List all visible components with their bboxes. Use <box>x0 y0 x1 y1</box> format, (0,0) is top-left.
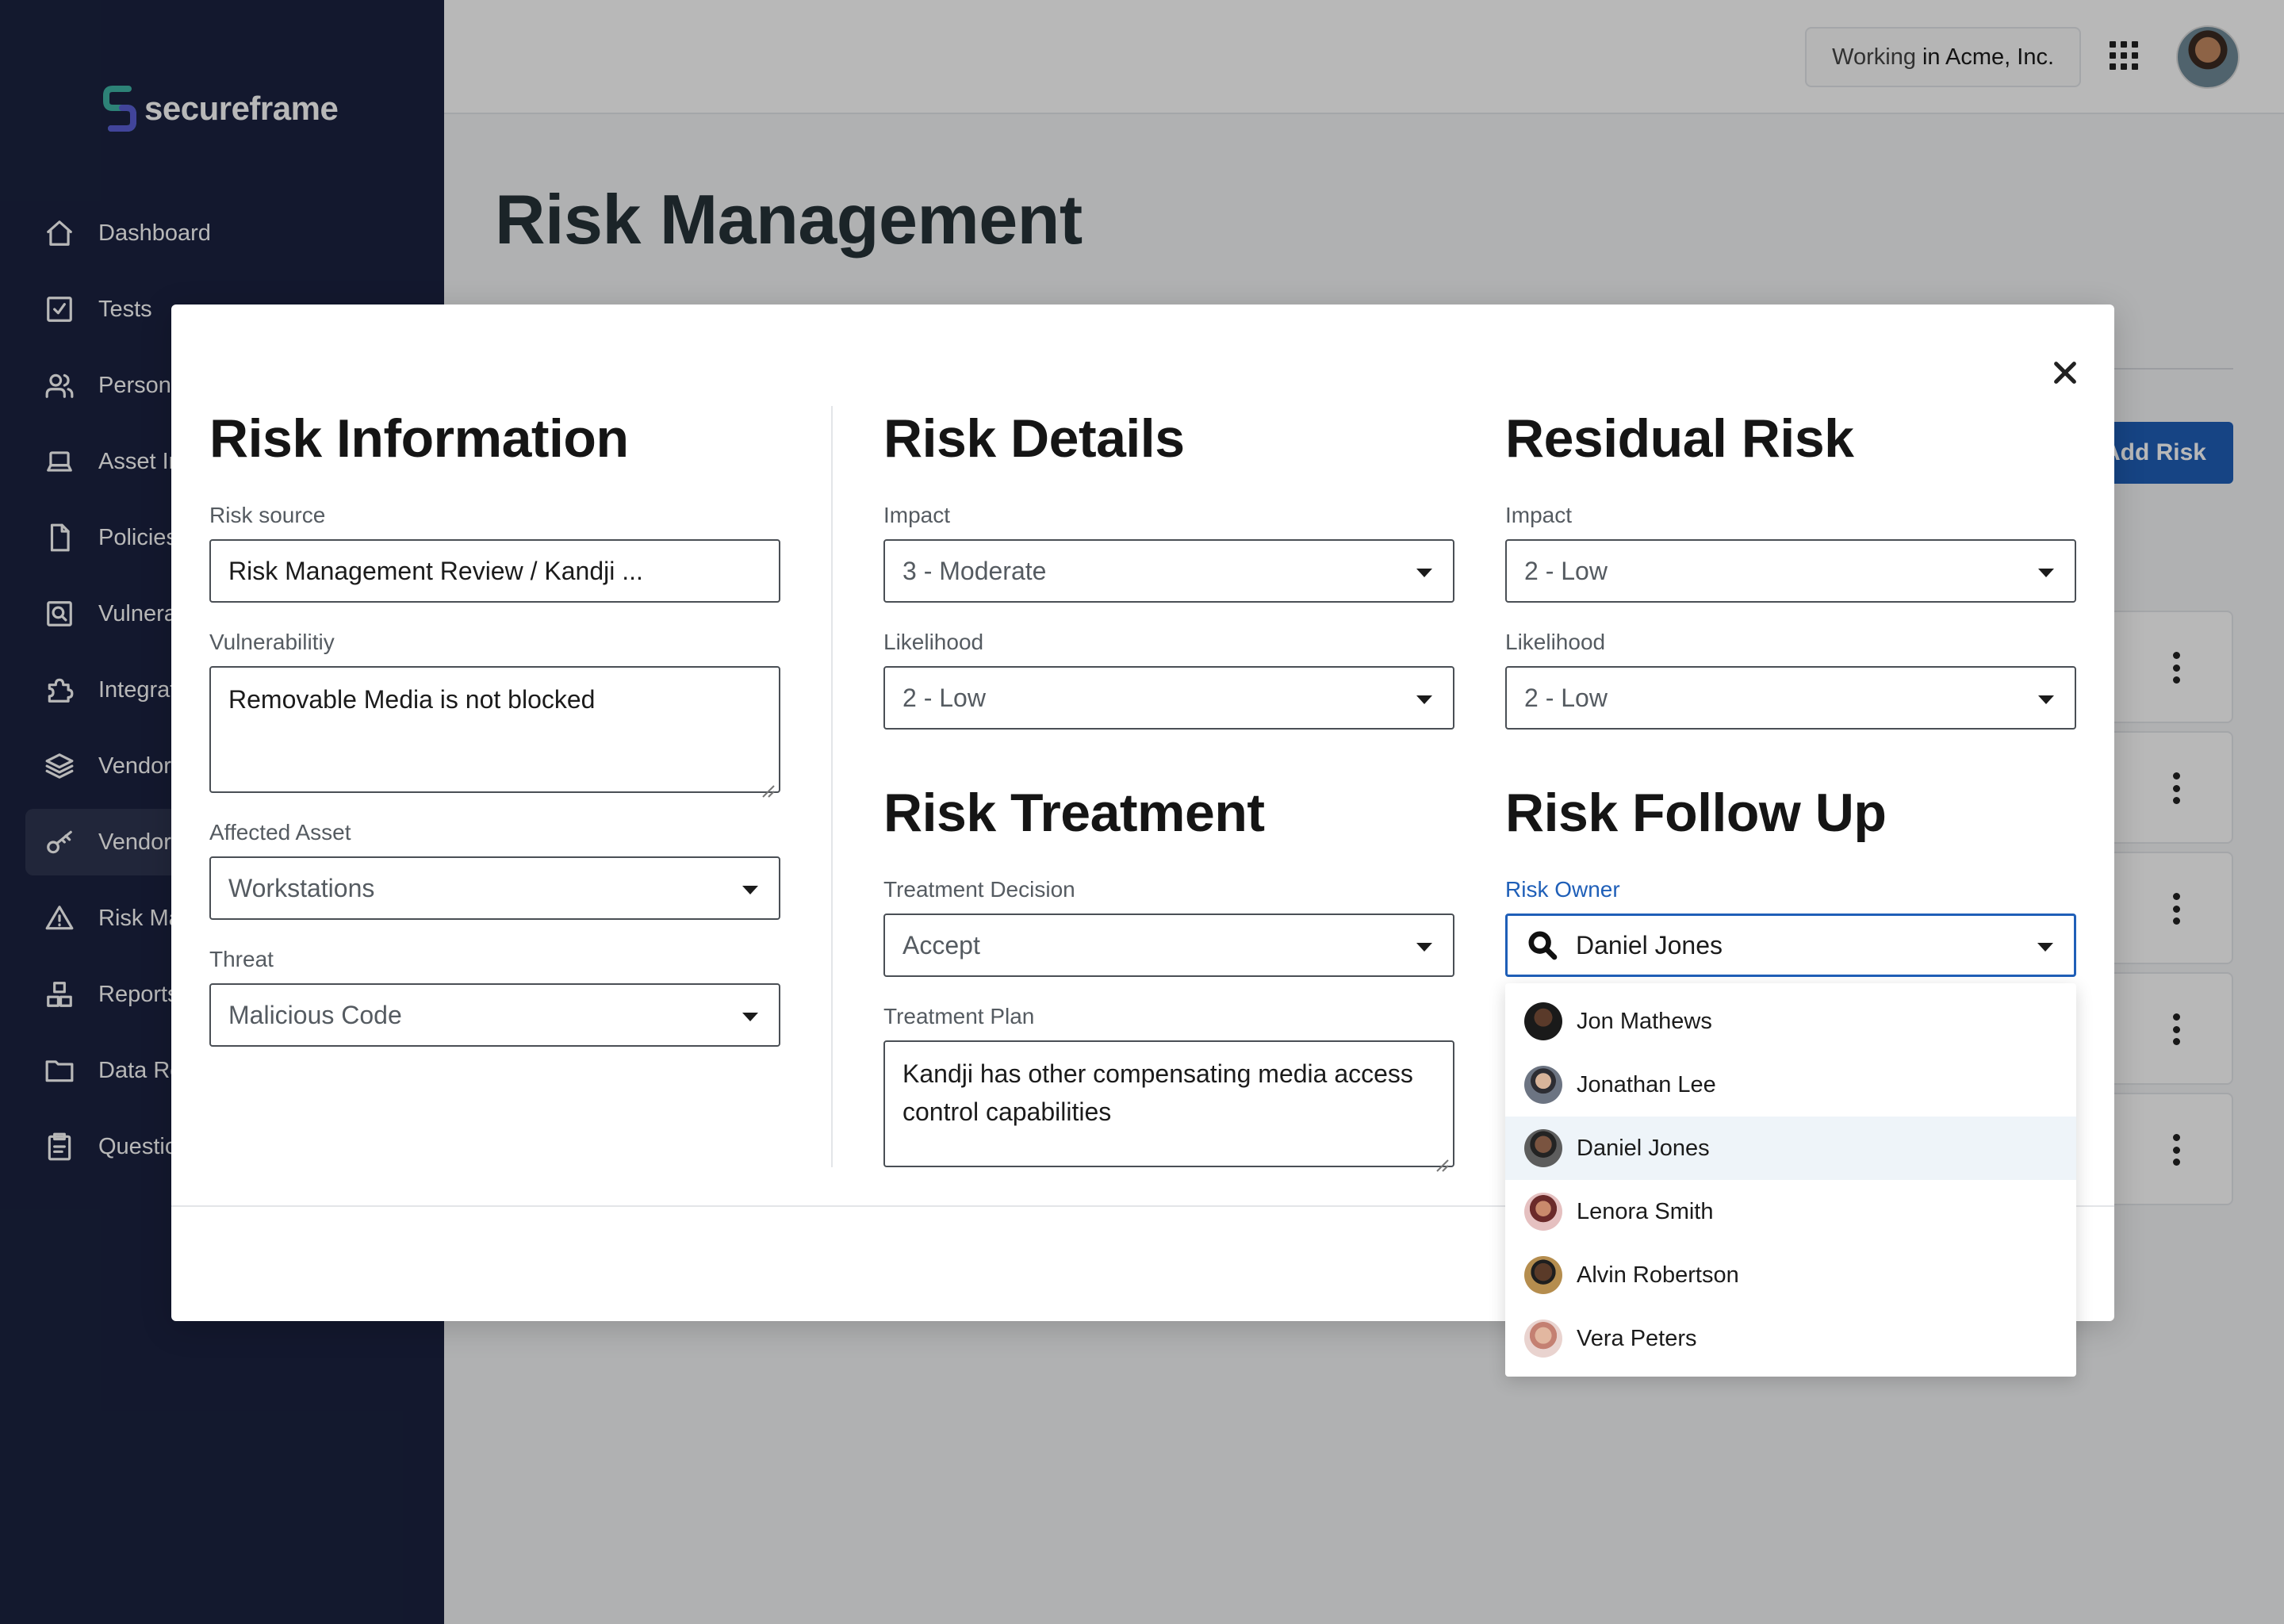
treatment-decision-label: Treatment Decision <box>883 877 1075 902</box>
threat-select[interactable]: Malicious Code <box>209 983 780 1047</box>
vulnerability-label: Vulnerabilitiy <box>209 630 335 654</box>
risk-information-title: Risk Information <box>209 408 629 469</box>
search-icon <box>1527 929 1558 961</box>
chevron-down-icon <box>742 886 758 894</box>
resize-handle-icon[interactable] <box>758 771 776 798</box>
risk-source-label: Risk source <box>209 503 326 527</box>
column-divider <box>831 406 833 1167</box>
chevron-down-icon <box>1416 569 1432 577</box>
owner-option-name: Jonathan Lee <box>1577 1071 1716 1097</box>
owner-option-name: Jon Mathews <box>1577 1008 1712 1034</box>
residual-impact-value: 2 - Low <box>1524 556 1608 585</box>
residual-risk-title: Residual Risk <box>1505 408 1854 469</box>
chevron-down-icon <box>2038 569 2054 577</box>
residual-likelihood-value: 2 - Low <box>1524 683 1608 712</box>
likelihood-select[interactable]: 2 - Low <box>883 666 1454 730</box>
avatar <box>1524 1256 1562 1294</box>
treatment-decision-select[interactable]: Accept <box>883 914 1454 977</box>
affected-asset-label: Affected Asset <box>209 820 351 845</box>
owner-option-name: Vera Peters <box>1577 1325 1697 1351</box>
avatar <box>1524 1002 1562 1040</box>
avatar <box>1524 1320 1562 1358</box>
owner-option[interactable]: Vera Peters <box>1505 1307 2076 1370</box>
risk-owner-label: Risk Owner <box>1505 877 1620 902</box>
risk-details-title: Risk Details <box>883 408 1185 469</box>
avatar <box>1524 1066 1562 1104</box>
owner-option[interactable]: Jon Mathews <box>1505 990 2076 1053</box>
risk-follow-up-title: Risk Follow Up <box>1505 783 1887 843</box>
risk-owner-dropdown: Jon Mathews Jonathan Lee Daniel Jones Le… <box>1505 983 2076 1377</box>
risk-treatment-title: Risk Treatment <box>883 783 1265 843</box>
threat-label: Threat <box>209 947 274 971</box>
impact-select[interactable]: 3 - Moderate <box>883 539 1454 603</box>
resize-handle-icon[interactable] <box>1432 1145 1450 1172</box>
impact-value: 3 - Moderate <box>902 556 1047 585</box>
residual-impact-label: Impact <box>1505 503 1573 527</box>
impact-label: Impact <box>883 503 951 527</box>
owner-option-name: Lenora Smith <box>1577 1198 1714 1224</box>
risk-source-value: Risk Management Review / Kandji ... <box>228 556 643 585</box>
treatment-plan-textarea[interactable]: Kandji has other compensating media acce… <box>883 1040 1454 1172</box>
owner-option[interactable]: Lenora Smith <box>1505 1180 2076 1243</box>
avatar <box>1524 1129 1562 1167</box>
owner-option-name: Alvin Robertson <box>1577 1262 1739 1288</box>
residual-impact-select[interactable]: 2 - Low <box>1505 539 2076 603</box>
affected-asset-select[interactable]: Workstations <box>209 856 780 920</box>
owner-option[interactable]: Jonathan Lee <box>1505 1053 2076 1116</box>
risk-source-field[interactable]: Risk Management Review / Kandji ... <box>209 539 780 603</box>
likelihood-value: 2 - Low <box>902 683 986 712</box>
vulnerability-value: Removable Media is not blocked <box>228 685 596 714</box>
chevron-down-icon <box>2038 695 2054 704</box>
residual-likelihood-select[interactable]: 2 - Low <box>1505 666 2076 730</box>
chevron-down-icon <box>2037 943 2053 952</box>
threat-value: Malicious Code <box>228 1000 402 1029</box>
chevron-down-icon <box>742 1013 758 1021</box>
likelihood-label: Likelihood <box>883 630 984 654</box>
affected-asset-value: Workstations <box>228 873 375 902</box>
risk-owner-combobox[interactable]: Daniel Jones <box>1505 914 2076 977</box>
treatment-plan-value: Kandji has other compensating media acce… <box>902 1059 1413 1126</box>
close-icon <box>2054 362 2076 384</box>
treatment-decision-value: Accept <box>902 930 980 959</box>
close-modal-button[interactable] <box>2040 347 2090 398</box>
risk-owner-value: Daniel Jones <box>1576 930 1723 959</box>
owner-option[interactable]: Alvin Robertson <box>1505 1243 2076 1307</box>
avatar <box>1524 1193 1562 1231</box>
residual-likelihood-label: Likelihood <box>1505 630 1606 654</box>
treatment-plan-label: Treatment Plan <box>883 1004 1035 1028</box>
owner-option[interactable]: Daniel Jones <box>1505 1116 2076 1180</box>
chevron-down-icon <box>1416 943 1432 952</box>
chevron-down-icon <box>1416 695 1432 704</box>
owner-option-name: Daniel Jones <box>1577 1135 1710 1161</box>
vulnerability-textarea[interactable]: Removable Media is not blocked <box>209 666 780 798</box>
